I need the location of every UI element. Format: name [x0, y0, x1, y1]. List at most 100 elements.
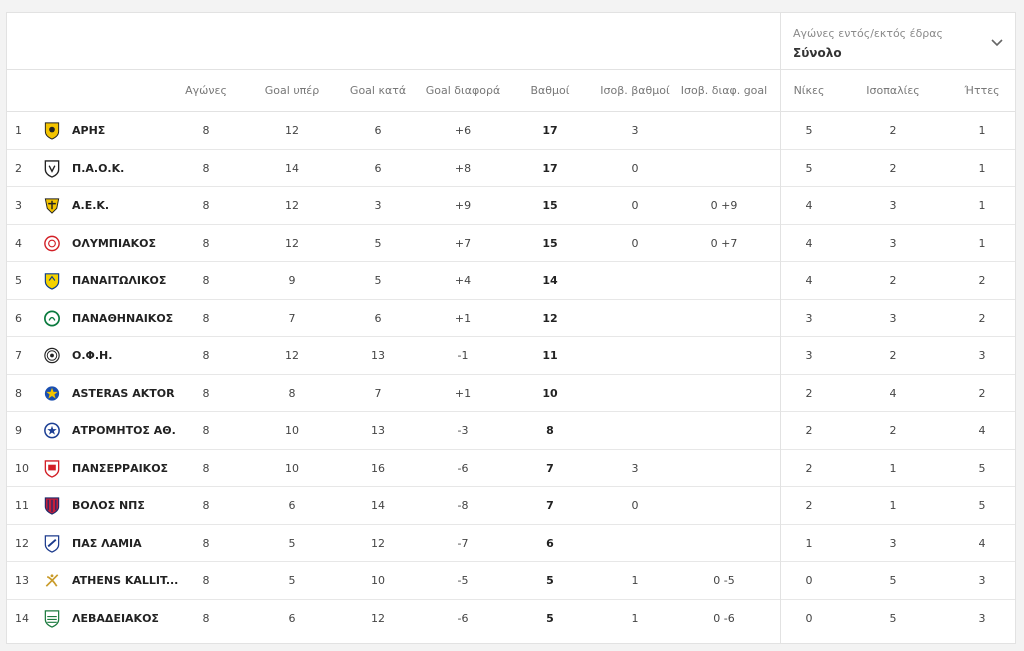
cell-d: 2 — [889, 349, 897, 362]
cell-gd: -5 — [457, 574, 469, 587]
table-row[interactable]: 5 ΠΑΝΑΙΤΩΛΙΚΟΣ 8 9 5 +4 14 4 2 2 — [7, 262, 1015, 300]
table-row[interactable]: 3 Α.Ε.Κ. 8 12 3 +9 15 0 0 +9 4 3 1 — [7, 187, 1015, 225]
table-row[interactable]: 14 ΛΕΒΑΔΕΙΑΚΟΣ 8 6 12 -6 5 1 0 -6 0 5 3 — [7, 600, 1015, 638]
cell-gd: -7 — [457, 536, 469, 550]
cell-gd: -6 — [457, 461, 469, 475]
cell-d: 4 — [889, 386, 897, 400]
table-row[interactable]: 8 ASTERAS AKTOR 8 8 7 +1 10 2 4 2 — [7, 375, 1015, 412]
cell-tb_pts: 0 — [631, 199, 639, 212]
team-name-link[interactable]: Ο.Φ.Η. — [72, 337, 112, 374]
cell-tb_pts: 0 — [631, 499, 639, 512]
col-header-goals-against[interactable]: Goal κατά — [350, 70, 406, 112]
cell-d: 1 — [889, 499, 897, 512]
cell-l: 1 — [978, 236, 986, 250]
table-row[interactable]: 1 ΑΡΗΣ 8 12 6 +6 17 3 5 2 1 — [7, 112, 1015, 150]
table-row[interactable]: 4 ΟΛΥΜΠΙΑΚΟΣ 8 12 5 +7 15 0 0 +7 4 3 1 — [7, 225, 1015, 262]
cell-ga: 6 — [374, 124, 382, 137]
asteras-logo-icon — [44, 385, 60, 401]
team-name-link[interactable]: ATHENS KALLIT... — [72, 562, 178, 599]
dropdown-value: Σύνολο — [793, 46, 842, 60]
cell-gd: -6 — [457, 611, 469, 625]
position-cell: 8 — [15, 386, 22, 400]
cell-played: 8 — [202, 499, 210, 512]
cell-tb_pts: 3 — [631, 461, 639, 475]
cell-ga: 12 — [371, 611, 385, 625]
col-header-draws[interactable]: Ισοπαλίες — [866, 70, 919, 112]
cell-tb_gd: 0 -6 — [713, 611, 735, 625]
cell-w: 0 — [805, 574, 813, 587]
cell-l: 3 — [978, 574, 986, 587]
cell-d: 3 — [889, 536, 897, 550]
col-header-losses[interactable]: Ήττες — [964, 70, 999, 112]
cell-played: 8 — [202, 386, 210, 400]
home-away-dropdown[interactable]: Αγώνες εντός/εκτός έδρας Σύνολο — [781, 13, 1015, 70]
cell-l: 1 — [978, 124, 986, 137]
col-header-goal-difference[interactable]: Goal διαφορά — [426, 70, 500, 112]
table-row[interactable]: 13 ATHENS KALLIT... 8 5 10 -5 5 1 0 -5 0 5 3 — [7, 562, 1015, 600]
team-name-link[interactable]: ΠΑΣ ΛΑΜΙΑ — [72, 525, 142, 562]
panserraikos-logo-icon — [44, 459, 60, 478]
team-name-link[interactable]: ΒΟΛΟΣ ΝΠΣ — [72, 487, 145, 524]
cell-played: 8 — [202, 124, 210, 137]
team-name-link[interactable]: ΑΡΗΣ — [72, 112, 105, 149]
col-header-tiebreak-goal-diff[interactable]: Ισοβ. διαφ. goal — [681, 70, 767, 112]
cell-w: 2 — [805, 461, 813, 475]
atromitos-logo-icon — [44, 422, 60, 439]
cell-l: 3 — [978, 349, 986, 362]
cell-gf: 14 — [285, 161, 299, 175]
ofi-logo-icon — [44, 347, 60, 364]
team-name-link[interactable]: Α.Ε.Κ. — [72, 187, 109, 224]
cell-w: 1 — [805, 536, 813, 550]
team-name-link[interactable]: ΠΑΝΣΕΡΡΑΙΚΟΣ — [72, 450, 168, 487]
col-header-points[interactable]: Βαθμοί — [531, 70, 570, 112]
cell-w: 2 — [805, 386, 813, 400]
team-name-link[interactable]: ASTERAS AKTOR — [72, 375, 175, 412]
cell-tb_gd: 0 +7 — [710, 236, 738, 250]
table-row[interactable]: 9 ΑΤΡΟΜΗΤΟΣ ΑΘ. 8 10 13 -3 8 2 2 4 — [7, 412, 1015, 450]
table-row[interactable]: 7 Ο.Φ.Η. 8 12 13 -1 11 3 2 3 — [7, 337, 1015, 375]
column-header-row: Αγώνες Goal υπέρ Goal κατά Goal διαφορά … — [7, 70, 1015, 112]
cell-w: 4 — [805, 274, 813, 287]
cell-ga: 7 — [374, 386, 382, 400]
table-row[interactable]: 6 ΠΑΝΑΘΗΝΑΙΚΟΣ 8 7 6 +1 12 3 3 2 — [7, 300, 1015, 337]
position-cell: 5 — [15, 274, 22, 287]
cell-ga: 3 — [374, 199, 382, 212]
col-header-wins[interactable]: Νίκες — [794, 70, 825, 112]
cell-played: 8 — [202, 274, 210, 287]
cell-gf: 12 — [285, 124, 299, 137]
table-row[interactable]: 11 ΒΟΛΟΣ ΝΠΣ 8 6 14 -8 7 0 2 1 5 — [7, 487, 1015, 525]
team-name-link[interactable]: ΑΤΡΟΜΗΤΟΣ ΑΘ. — [72, 412, 176, 449]
cell-gf: 12 — [285, 236, 299, 250]
table-row[interactable]: 2 Π.Α.Ο.Κ. 8 14 6 +8 17 0 5 2 1 — [7, 150, 1015, 187]
cell-pts: 7 — [546, 499, 554, 512]
team-name-link[interactable]: Π.Α.Ο.Κ. — [72, 150, 124, 187]
cell-l: 2 — [978, 311, 986, 325]
cell-played: 8 — [202, 349, 210, 362]
cell-d: 3 — [889, 236, 897, 250]
cell-pts: 8 — [546, 424, 554, 437]
col-header-played[interactable]: Αγώνες — [185, 70, 227, 112]
standings-rows: 1 ΑΡΗΣ 8 12 6 +6 17 3 5 2 1 2 Π.Α.Ο.Κ. 8 14 6 +8 17 0 5 2 1 3 Α… — [7, 112, 1015, 637]
cell-d: 1 — [889, 461, 897, 475]
cell-gf: 7 — [288, 311, 296, 325]
table-row[interactable]: 12 ΠΑΣ ΛΑΜΙΑ 8 5 12 -7 6 1 3 4 — [7, 525, 1015, 562]
team-name-link[interactable]: ΠΑΝΑΘΗΝΑΙΚΟΣ — [72, 300, 173, 337]
cell-d: 2 — [889, 161, 897, 175]
col-header-tiebreak-points[interactable]: Ισοβ. βαθμοί — [600, 70, 669, 112]
cell-ga: 10 — [371, 574, 385, 587]
cell-pts: 15 — [542, 199, 558, 212]
cell-gf: 10 — [285, 424, 299, 437]
col-header-goals-for[interactable]: Goal υπέρ — [265, 70, 319, 112]
table-row[interactable]: 10 ΠΑΝΣΕΡΡΑΙΚΟΣ 8 10 16 -6 7 3 2 1 5 — [7, 450, 1015, 487]
cell-pts: 15 — [542, 236, 558, 250]
cell-played: 8 — [202, 236, 210, 250]
cell-ga: 14 — [371, 499, 385, 512]
team-name-link[interactable]: ΟΛΥΜΠΙΑΚΟΣ — [72, 225, 156, 262]
cell-w: 3 — [805, 349, 813, 362]
team-name-link[interactable]: ΠΑΝΑΙΤΩΛΙΚΟΣ — [72, 262, 166, 299]
team-name-link[interactable]: ΛΕΒΑΔΕΙΑΚΟΣ — [72, 600, 159, 637]
cell-tb_pts: 0 — [631, 236, 639, 250]
cell-ga: 5 — [374, 236, 382, 250]
position-cell: 3 — [15, 199, 22, 212]
cell-tb_pts: 1 — [631, 611, 639, 625]
